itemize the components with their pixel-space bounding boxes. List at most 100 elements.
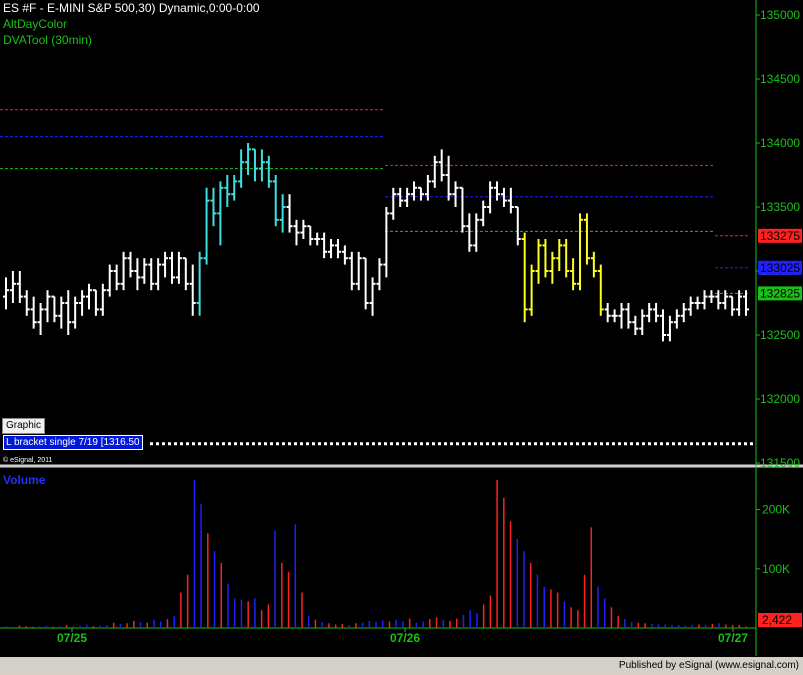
price-bar [231,175,238,201]
price-bar [694,296,701,310]
price-bar [127,251,134,278]
price-bar [611,309,618,323]
price-bar [362,257,369,310]
price-bar [175,251,182,284]
price-bar [708,290,715,303]
price-bar [431,155,438,188]
price-bar [210,187,217,227]
price-bar [542,239,549,278]
price-bar [79,290,86,316]
price-bar [445,155,452,201]
price-bar [272,175,279,227]
price-bar [701,290,708,310]
price-bar [673,309,680,329]
price-tick-label: 133500 [760,200,800,214]
chart-window: 1350001345001340001335001330001325001320… [0,0,803,675]
price-bar [535,239,542,284]
price-box-label: 133275 [760,229,800,243]
price-bar [162,251,169,278]
price-bar [736,290,743,316]
price-bar [30,296,37,329]
price-bar [44,290,51,323]
price-bar [466,213,473,252]
level-lines [0,109,755,446]
price-bar [168,251,175,284]
volume-tick-label: 200K [762,503,790,517]
price-tick-label: 134500 [760,72,800,86]
price-bar [660,309,667,342]
price-bar [494,181,501,201]
price-bar [300,219,307,239]
price-bar [417,186,424,201]
price-bar [487,181,494,214]
price-bar [120,251,127,291]
price-bar [265,155,272,188]
price-bar [148,258,155,291]
price-bar [528,264,535,316]
price-bar [258,149,265,182]
price-bar [37,303,44,335]
price-bar [390,187,397,220]
price-bar [666,315,673,342]
price-bar [729,295,736,316]
volume-title: Volume [3,473,46,487]
price-bar [376,258,383,291]
price-bar [341,245,348,265]
graphic-button[interactable]: Graphic [2,418,45,434]
price-bar [563,239,570,278]
price-bar [411,181,418,201]
price-bar [521,232,528,323]
price-bar [404,187,411,207]
price-bar [99,283,106,316]
copyright-text: © eSignal, 2011 [3,457,53,464]
price-bar [549,251,556,284]
price-bar [328,239,335,259]
price-bar [196,251,203,316]
price-bar [23,290,30,316]
study-label-dvatool: DVATool (30min) [3,33,92,47]
price-bar [224,175,231,207]
price-bar [58,296,65,329]
price-bar [279,194,286,233]
chart-canvas: 1350001345001340001335001330001325001320… [0,0,803,656]
price-bar [92,289,99,316]
price-bar [687,296,694,316]
price-bar [72,296,79,329]
price-bar [639,309,646,335]
time-tick-label: 07/25 [57,631,87,645]
price-box-label: 132825 [760,286,800,300]
price-bar [251,148,258,182]
price-bar [452,181,459,207]
price-bar [182,257,189,291]
price-bar [459,186,466,233]
time-axis-labels: 07/25 07/26 07/27 [57,628,748,645]
price-bar [286,194,293,233]
price-bar [383,207,390,278]
price-bar [189,264,196,316]
price-bar [355,251,362,291]
price-bar [597,264,604,316]
price-bar [473,213,480,252]
price-bar [369,277,376,316]
price-bar [314,232,321,246]
price-bar [334,239,341,259]
price-bar [438,149,445,182]
price-bar [245,143,252,175]
price-bar [556,239,563,271]
price-bar [507,187,514,214]
price-bar [141,258,148,284]
price-tick-label: 132500 [760,328,800,342]
price-bar [500,187,507,207]
price-bar [590,251,597,278]
price-tick-label: 134000 [760,136,800,150]
price-bar [238,149,245,188]
price-bar [51,295,58,323]
price-bar [155,258,162,291]
price-bar [113,264,120,291]
price-boxes: 133275 133025 132825 [758,228,802,301]
bracket-label: L bracket single 7/19 [1316.50 [3,435,143,450]
volume-bars [5,480,747,628]
price-bar [577,213,584,291]
price-bar [570,258,577,291]
price-bar [16,271,23,303]
